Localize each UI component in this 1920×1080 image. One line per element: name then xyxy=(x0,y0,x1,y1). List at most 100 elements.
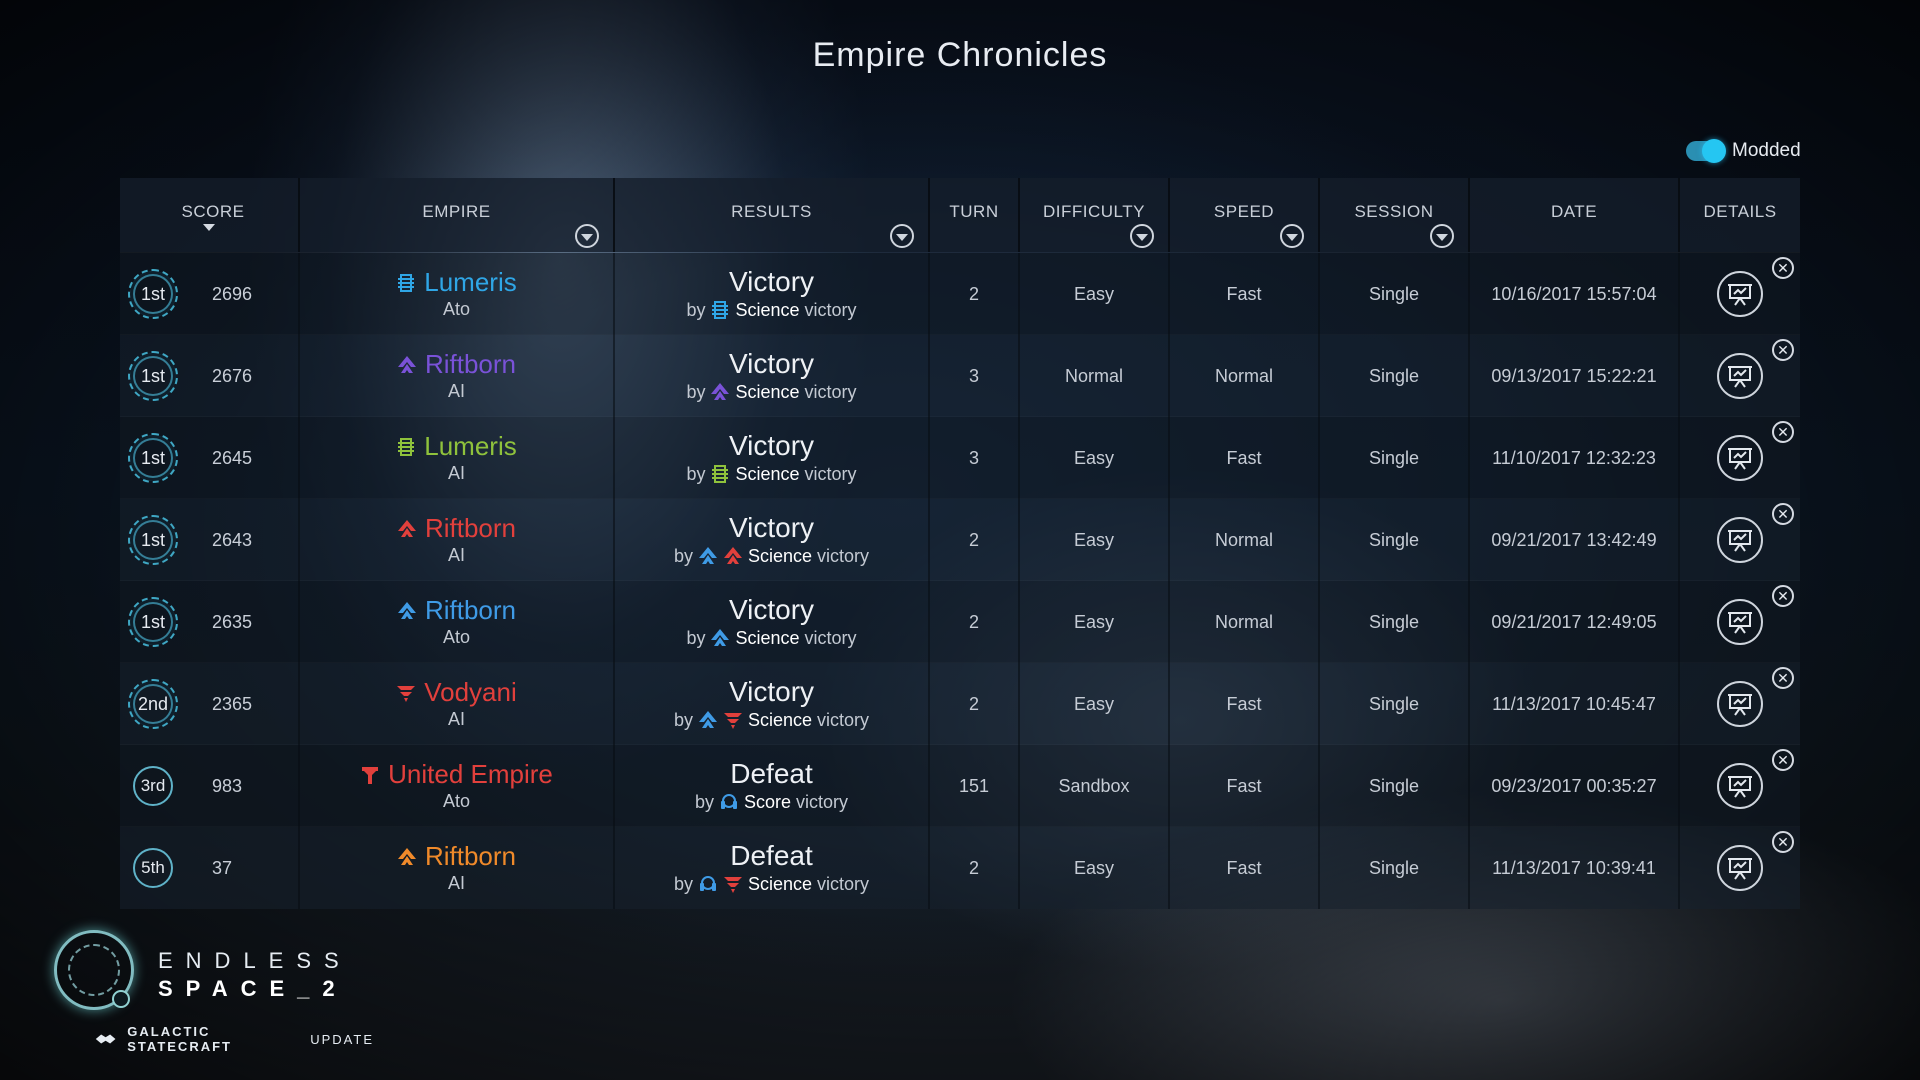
table-row[interactable]: 5th 37 Riftborn AI Defeat by Science vic… xyxy=(120,826,1800,909)
header-score-label: SCORE xyxy=(181,202,245,221)
empire-cell: Riftborn AI xyxy=(300,335,615,417)
details-button[interactable] xyxy=(1717,435,1763,481)
results-cell: Victory by Science victory xyxy=(615,581,930,663)
close-icon: ✕ xyxy=(1777,424,1789,440)
united-empire-icon xyxy=(362,766,379,784)
result-by-label: by xyxy=(686,381,706,402)
empire-cell: Vodyani AI xyxy=(300,663,615,745)
details-button[interactable] xyxy=(1717,763,1763,809)
results-filter-button[interactable] xyxy=(890,224,914,248)
score-cell: 1st 2696 xyxy=(120,253,300,335)
speed-cell: Fast xyxy=(1170,417,1320,499)
table-row[interactable]: 1st 2676 Riftborn AI Victory by Science … xyxy=(120,334,1800,417)
difficulty-cell: Easy xyxy=(1020,417,1170,499)
table-row[interactable]: 1st 2643 Riftborn AI Victory by Science … xyxy=(120,498,1800,581)
speed-cell: Fast xyxy=(1170,253,1320,335)
modded-toggle[interactable] xyxy=(1686,139,1726,163)
delete-entry-button[interactable]: ✕ xyxy=(1772,831,1794,853)
close-icon: ✕ xyxy=(1777,588,1789,604)
victory-kind: Score xyxy=(743,791,792,812)
riftborn-icon xyxy=(397,355,416,373)
empire-name-label: Vodyani xyxy=(424,677,517,708)
table-row[interactable]: 3rd 983 United Empire Ato Defeat by Scor… xyxy=(120,744,1800,827)
date-cell: 11/10/2017 12:32:23 xyxy=(1470,417,1680,499)
difficulty-cell: Easy xyxy=(1020,253,1170,335)
result-by-label: by xyxy=(694,791,714,812)
victory-kind: Science xyxy=(747,709,813,730)
delete-entry-button[interactable]: ✕ xyxy=(1772,503,1794,525)
players-icon xyxy=(720,794,737,810)
result-detail: by Science victory xyxy=(674,710,869,731)
vodyani-icon xyxy=(723,713,742,730)
rank-badge: 1st xyxy=(128,433,178,483)
results-cell: Victory by Science victory xyxy=(615,253,930,335)
empire-player: Ato xyxy=(442,298,471,319)
rank-badge: 1st xyxy=(128,269,178,319)
delete-entry-button[interactable]: ✕ xyxy=(1772,667,1794,689)
table-row[interactable]: 1st 2645 Lumeris AI Victory by Science v… xyxy=(120,416,1800,499)
empire-filter-button[interactable] xyxy=(575,224,599,248)
speed-filter-button[interactable] xyxy=(1280,224,1304,248)
turn-cell: 2 xyxy=(930,253,1020,335)
rank-badge: 3rd xyxy=(133,766,173,806)
results-cell: Victory by Science victory xyxy=(615,417,930,499)
rank-badge: 2nd xyxy=(128,679,178,729)
vodyani-icon xyxy=(723,877,742,894)
empire-cell: Lumeris Ato xyxy=(300,253,615,335)
details-button[interactable] xyxy=(1717,681,1763,727)
page-title: Empire Chronicles xyxy=(812,36,1108,74)
logo-subtitle: GALACTIC STATECRAFT UPDATE xyxy=(94,1024,374,1054)
details-button[interactable] xyxy=(1717,845,1763,891)
riftborn-icon xyxy=(698,711,717,729)
header-score[interactable]: SCORE xyxy=(120,178,300,252)
result-outcome: Victory xyxy=(728,676,815,708)
session-cell: Single xyxy=(1320,417,1470,499)
table-row[interactable]: 2nd 2365 Vodyani AI Victory by Science v… xyxy=(120,662,1800,745)
header-date[interactable]: DATE xyxy=(1470,178,1680,252)
rank-badge: 5th xyxy=(133,848,173,888)
delete-entry-button[interactable]: ✕ xyxy=(1772,339,1794,361)
table-row[interactable]: 1st 2696 Lumeris Ato Victory by Science … xyxy=(120,252,1800,335)
speed-cell: Normal xyxy=(1170,499,1320,581)
score-cell: 2nd 2365 xyxy=(120,663,300,745)
players-icon xyxy=(699,876,716,892)
header-date-label: DATE xyxy=(1550,202,1598,221)
empire-player: AI xyxy=(447,380,465,401)
modded-label: Modded xyxy=(1732,140,1801,161)
speed-cell: Normal xyxy=(1170,335,1320,417)
header-turn[interactable]: TURN xyxy=(930,178,1020,252)
difficulty-cell: Easy xyxy=(1020,581,1170,663)
date-cell: 09/23/2017 00:35:27 xyxy=(1470,745,1680,827)
riftborn-icon xyxy=(397,601,416,619)
victory-word: victory xyxy=(804,463,857,484)
session-filter-button[interactable] xyxy=(1430,224,1454,248)
details-button[interactable] xyxy=(1717,517,1763,563)
difficulty-filter-button[interactable] xyxy=(1130,224,1154,248)
delete-entry-button[interactable]: ✕ xyxy=(1772,257,1794,279)
empire-name-label: Lumeris xyxy=(424,267,517,298)
details-button[interactable] xyxy=(1717,271,1763,317)
turn-cell: 2 xyxy=(930,499,1020,581)
empire-name: Lumeris xyxy=(396,432,517,461)
modded-toggle-group[interactable]: Modded xyxy=(1686,139,1801,163)
victory-kind: Science xyxy=(747,873,813,894)
delete-entry-button[interactable]: ✕ xyxy=(1772,421,1794,443)
handshake-icon xyxy=(95,1034,116,1044)
date-cell: 09/21/2017 13:42:49 xyxy=(1470,499,1680,581)
details-button[interactable] xyxy=(1717,353,1763,399)
results-cell: Victory by Science victory xyxy=(615,663,930,745)
details-button[interactable] xyxy=(1717,599,1763,645)
empire-player: AI xyxy=(447,462,465,483)
logo-inner-ring xyxy=(68,944,120,996)
delete-entry-button[interactable]: ✕ xyxy=(1772,585,1794,607)
score-cell: 5th 37 xyxy=(120,827,300,909)
vodyani-icon xyxy=(397,685,416,702)
table-row[interactable]: 1st 2635 Riftborn Ato Victory by Science… xyxy=(120,580,1800,663)
result-outcome: Defeat xyxy=(730,840,813,872)
lumeris-icon xyxy=(398,273,415,292)
turn-cell: 151 xyxy=(930,745,1020,827)
score-cell: 3rd 983 xyxy=(120,745,300,827)
delete-entry-button[interactable]: ✕ xyxy=(1772,749,1794,771)
toggle-knob xyxy=(1702,139,1726,163)
date-cell: 11/13/2017 10:45:47 xyxy=(1470,663,1680,745)
